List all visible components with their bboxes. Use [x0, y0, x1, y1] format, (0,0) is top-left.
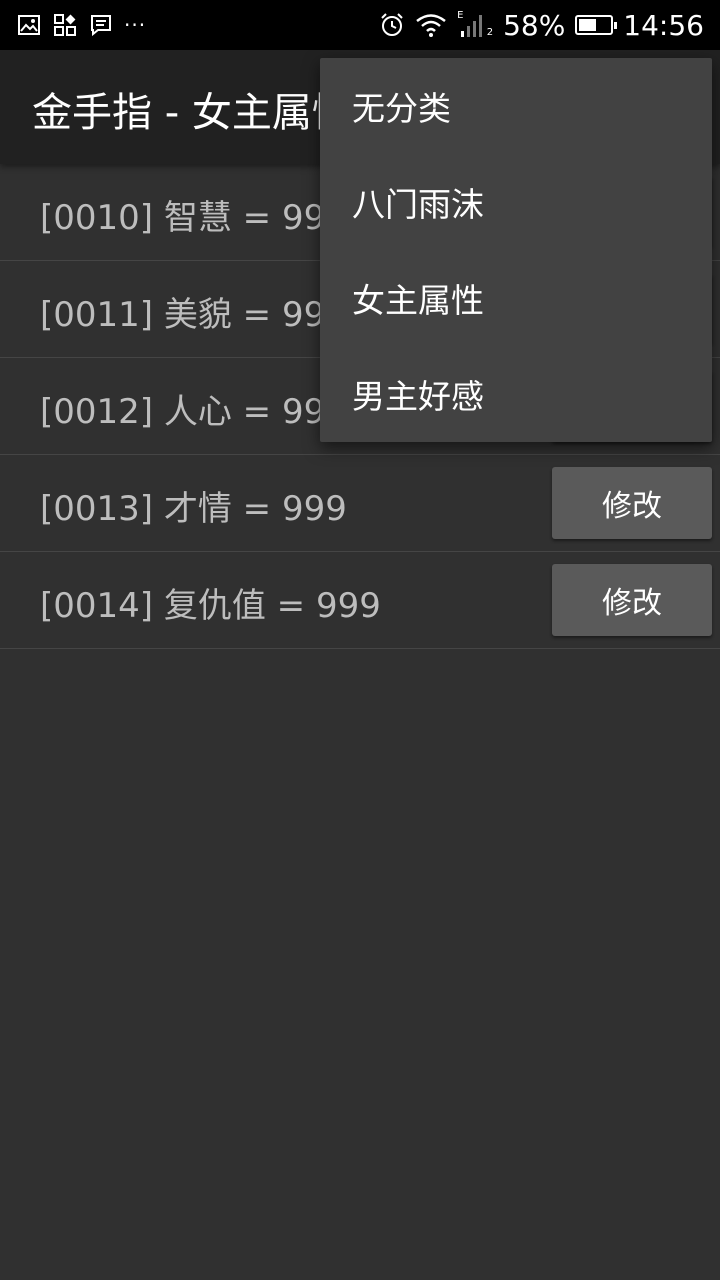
- qr-icon: [52, 12, 78, 38]
- category-popup-menu: 无分类 八门雨沫 女主属性 男主好感: [320, 58, 712, 442]
- edit-button[interactable]: 修改: [552, 564, 712, 636]
- edit-button[interactable]: 修改: [552, 467, 712, 539]
- page-title: 金手指 - 女主属性: [32, 90, 352, 136]
- list-item-label: [0014] 复仇值 = 999: [40, 586, 381, 626]
- cell-signal-icon: E 2: [457, 10, 494, 38]
- battery-level: [579, 19, 597, 31]
- list-item: [0013] 才情 = 999 修改: [0, 455, 720, 552]
- image-icon: [16, 12, 42, 38]
- system-icons: E 2 58% 14:56: [379, 8, 704, 42]
- battery-percent: 58%: [503, 8, 566, 42]
- notification-icons: ···: [16, 12, 146, 38]
- status-bar: ··· E 2 58% 14:56: [0, 0, 720, 50]
- list-item-label: [0010] 智慧 = 999: [40, 198, 347, 238]
- more-icon: ···: [124, 13, 147, 37]
- battery-icon: [575, 15, 618, 35]
- sim-index-label: 2: [486, 27, 494, 38]
- list-item-label: [0011] 美貌 = 999: [40, 295, 347, 335]
- menu-item-uncategorized[interactable]: 无分类: [320, 58, 712, 154]
- status-clock: 14:56: [623, 8, 704, 42]
- network-type-label: E: [457, 10, 464, 21]
- menu-item-bamen-yumo[interactable]: 八门雨沫: [320, 154, 712, 250]
- list-item: [0014] 复仇值 = 999 修改: [0, 552, 720, 649]
- alarm-icon: [379, 12, 405, 38]
- menu-item-heroine-attributes[interactable]: 女主属性: [320, 250, 712, 346]
- list-item-label: [0012] 人心 = 999: [40, 392, 347, 432]
- message-icon: [88, 12, 114, 38]
- menu-item-hero-affection[interactable]: 男主好感: [320, 346, 712, 442]
- wifi-icon: [415, 12, 447, 38]
- list-item-label: [0013] 才情 = 999: [40, 489, 347, 529]
